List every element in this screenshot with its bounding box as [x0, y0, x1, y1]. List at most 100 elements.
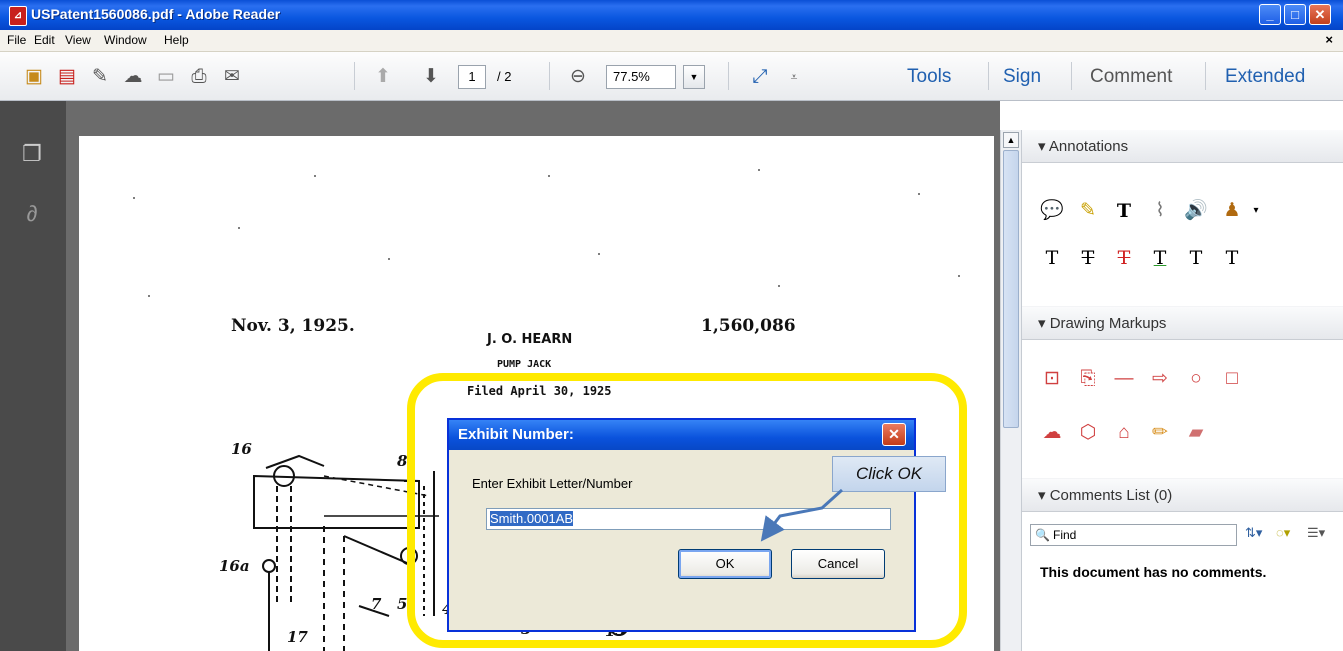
arrow-icon[interactable]: ⇨	[1147, 366, 1173, 392]
menu-window[interactable]: Window	[104, 33, 147, 47]
annotations-section-header[interactable]: ▾ Annotations	[1022, 130, 1343, 163]
toolbar-divider	[728, 62, 729, 90]
polygon-icon[interactable]: ⬡	[1075, 420, 1101, 446]
no-comments-message: This document has no comments.	[1040, 564, 1267, 580]
strikethrough-icon[interactable]: T	[1111, 245, 1137, 271]
sort-comments-icon[interactable]: ⇅▾	[1245, 525, 1262, 541]
fit-page-icon[interactable]: ⤢	[748, 65, 772, 89]
page-thumbnails-icon[interactable]: ❐	[18, 141, 46, 169]
comments-list-section-header[interactable]: ▾ Comments List (0)	[1022, 479, 1343, 512]
close-window-button[interactable]: ✕	[1309, 4, 1331, 25]
figure-label: 7	[371, 595, 382, 613]
patent-number: 1,560,086	[701, 316, 796, 336]
menu-help[interactable]: Help	[164, 33, 189, 47]
dialog-title: Exhibit Number:	[458, 426, 574, 443]
toolbar-divider	[1071, 62, 1072, 90]
record-audio-icon[interactable]: 🔊	[1183, 198, 1209, 224]
sticky-note-icon[interactable]: 💬	[1039, 198, 1065, 224]
attach-file-icon[interactable]: ⌇	[1147, 198, 1173, 224]
filter-comments-icon[interactable]: ◌▾	[1276, 525, 1290, 541]
text-correction-icon[interactable]: T	[1219, 245, 1245, 271]
pencil-icon[interactable]: ✏	[1147, 420, 1173, 446]
drawing-markups-section-header[interactable]: ▾ Drawing Markups	[1022, 307, 1343, 340]
scroll-up-chevron-icon[interactable]: ▲	[1003, 132, 1019, 148]
page-total: / 2	[497, 69, 512, 84]
callout-arrow	[760, 488, 844, 542]
vertical-scrollbar[interactable]: ▲	[1000, 130, 1021, 651]
next-page-icon[interactable]: ⬇	[419, 65, 443, 89]
print-icon[interactable]: ⎙	[187, 65, 211, 89]
exhibit-prompt-label: Enter Exhibit Letter/Number	[472, 476, 633, 491]
comment-options-icon[interactable]: ☰▾	[1307, 525, 1325, 541]
comment-button[interactable]: Comment	[1090, 66, 1172, 88]
highlight-text-icon[interactable]: ✎	[1075, 198, 1101, 224]
cancel-button[interactable]: Cancel	[791, 549, 885, 579]
chevron-down-icon: ▾	[1038, 487, 1050, 504]
extended-button[interactable]: Extended	[1225, 66, 1305, 88]
add-text-icon[interactable]: T	[1111, 198, 1137, 224]
upload-cloud-icon[interactable]: ☁	[121, 65, 145, 89]
zoom-out-icon[interactable]: ⊖	[566, 65, 590, 89]
add-note-to-text-icon[interactable]: T	[1183, 245, 1209, 271]
underline-text-icon[interactable]: T	[1147, 245, 1173, 271]
eraser-icon[interactable]: ▰	[1183, 420, 1209, 446]
stamp-dropdown-chevron-icon[interactable]: ▾	[1243, 198, 1269, 224]
comment-pane: ▾ Annotations 💬 ✎ T ⌇ 🔊 ♟ ▾ T T T T T T …	[1021, 130, 1343, 651]
ok-button[interactable]: OK	[678, 549, 772, 579]
left-navigation-pane: ❐ ∂	[0, 101, 66, 651]
previous-page-icon[interactable]: ⬆	[371, 65, 395, 89]
figure-label: 16a	[219, 557, 250, 575]
toolbar-divider	[988, 62, 989, 90]
email-icon[interactable]: ✉	[220, 65, 244, 89]
menu-bar: File Edit View Window Help ×	[0, 30, 1343, 52]
insert-text-icon[interactable]: T	[1039, 245, 1065, 271]
cloud-icon[interactable]: ☁	[1039, 420, 1065, 446]
close-document-icon[interactable]: ×	[1325, 32, 1333, 47]
menu-edit[interactable]: Edit	[34, 33, 55, 47]
figure-label: 17	[287, 628, 308, 646]
comments-list-label: Comments List (0)	[1049, 487, 1173, 504]
replace-text-icon[interactable]: T	[1075, 245, 1101, 271]
patent-inventor: J. O. HEARN	[487, 332, 573, 347]
patent-title: PUMP JACK	[497, 359, 552, 370]
sign-button[interactable]: Sign	[1003, 66, 1041, 88]
exhibit-number-value: Smith.0001AB	[490, 511, 574, 526]
title-bar: ⊿ USPatent1560086.pdf - Adobe Reader _ □…	[0, 0, 1343, 30]
edit-pdf-icon[interactable]: ✎	[88, 65, 112, 89]
zoom-dropdown-chevron-icon[interactable]: ▼	[683, 65, 705, 89]
open-file-icon[interactable]: ▣	[22, 65, 46, 89]
menu-file[interactable]: File	[7, 33, 26, 47]
toolbar-divider	[354, 62, 355, 90]
figure-label: 16	[231, 440, 252, 458]
annotations-tools: 💬 ✎ T ⌇ 🔊 ♟ ▾ T T T T T T	[1022, 163, 1343, 306]
scrollbar-thumb[interactable]	[1003, 150, 1019, 428]
maximize-button[interactable]: □	[1284, 4, 1306, 25]
search-icon: 🔍	[1035, 528, 1050, 542]
save-icon[interactable]: ▭	[154, 65, 178, 89]
find-comments-input[interactable]: 🔍 Find	[1030, 524, 1237, 546]
minimize-button[interactable]: _	[1259, 4, 1281, 25]
polygon-line-icon[interactable]: ⌂	[1111, 420, 1137, 446]
rectangle-icon[interactable]: □	[1219, 366, 1245, 392]
chevron-down-icon: ▾	[1038, 315, 1050, 332]
line-icon[interactable]: —	[1111, 366, 1137, 392]
stamp-icon[interactable]: ♟	[1219, 198, 1245, 224]
text-box-icon[interactable]: ⊡	[1039, 366, 1065, 392]
toolbar: ▣ ▤ ✎ ☁ ▭ ⎙ ✉ ⬆ ⬇ 1 / 2 ⊖ 77.5% ▼ ⤢ ⩡ To…	[0, 52, 1343, 101]
annotations-label: Annotations	[1048, 138, 1129, 155]
oval-icon[interactable]: ○	[1183, 366, 1209, 392]
toolbar-divider	[1205, 62, 1206, 90]
page-number-input[interactable]: 1	[458, 65, 486, 89]
create-pdf-icon[interactable]: ▤	[55, 65, 79, 89]
customize-toolbar-icon[interactable]: ⩡	[782, 65, 806, 89]
attachments-paperclip-icon[interactable]: ∂	[18, 201, 46, 229]
pdf-icon: ⊿	[9, 6, 27, 26]
dialog-close-button[interactable]: ✕	[882, 423, 906, 446]
tools-button[interactable]: Tools	[907, 66, 951, 88]
callout-icon[interactable]: ⎘	[1075, 366, 1101, 392]
toolbar-divider	[549, 62, 550, 90]
click-ok-callout: Click OK	[832, 456, 946, 492]
drawing-markups-tools: ⊡ ⎘ — ⇨ ○ □ ☁ ⬡ ⌂ ✏ ▰	[1022, 340, 1343, 478]
menu-view[interactable]: View	[65, 33, 91, 47]
zoom-input[interactable]: 77.5%	[606, 65, 676, 89]
